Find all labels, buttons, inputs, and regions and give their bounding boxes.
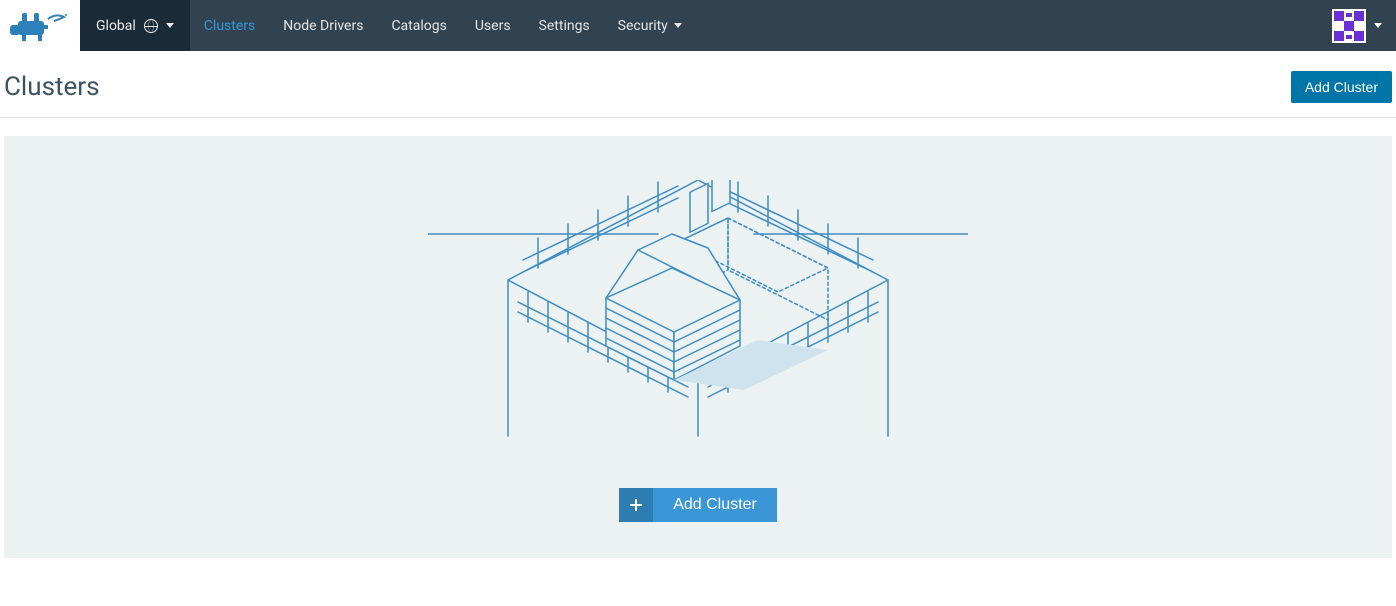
rancher-logo-icon [4,9,70,43]
plus-icon [619,488,653,522]
nav-item-label: Clusters [204,18,255,34]
scope-selector[interactable]: Global [80,0,190,51]
user-menu[interactable] [1318,0,1396,51]
add-cluster-big-button[interactable]: Add Cluster [619,488,777,522]
top-navbar: Global Clusters Node Drivers Catalogs Us… [0,0,1396,51]
nav-item-label: Catalogs [391,18,446,34]
nav-item-security[interactable]: Security [604,0,696,51]
nav-item-node-drivers[interactable]: Node Drivers [269,0,377,51]
nav-item-label: Users [475,18,511,34]
add-cluster-button[interactable]: Add Cluster [1291,71,1392,103]
clusters-empty-state: Add Cluster [4,136,1392,558]
nav-item-clusters[interactable]: Clusters [190,0,269,51]
nav-item-settings[interactable]: Settings [525,0,604,51]
page-title: Clusters [4,72,100,102]
rancher-logo[interactable] [0,0,80,51]
avatar-icon [1332,9,1366,43]
chevron-down-icon [1374,23,1382,28]
empty-state-illustration [428,180,968,440]
nav-item-label: Node Drivers [283,18,363,34]
scope-label: Global [96,18,136,34]
nav-item-catalogs[interactable]: Catalogs [377,0,460,51]
globe-icon [144,19,158,33]
chevron-down-icon [674,23,682,28]
chevron-down-icon [166,23,174,28]
nav-item-label: Security [618,18,668,34]
add-cluster-big-label: Add Cluster [653,488,777,522]
nav-item-label: Settings [539,18,590,34]
page-header: Clusters Add Cluster [0,51,1396,118]
nav-item-users[interactable]: Users [461,0,525,51]
